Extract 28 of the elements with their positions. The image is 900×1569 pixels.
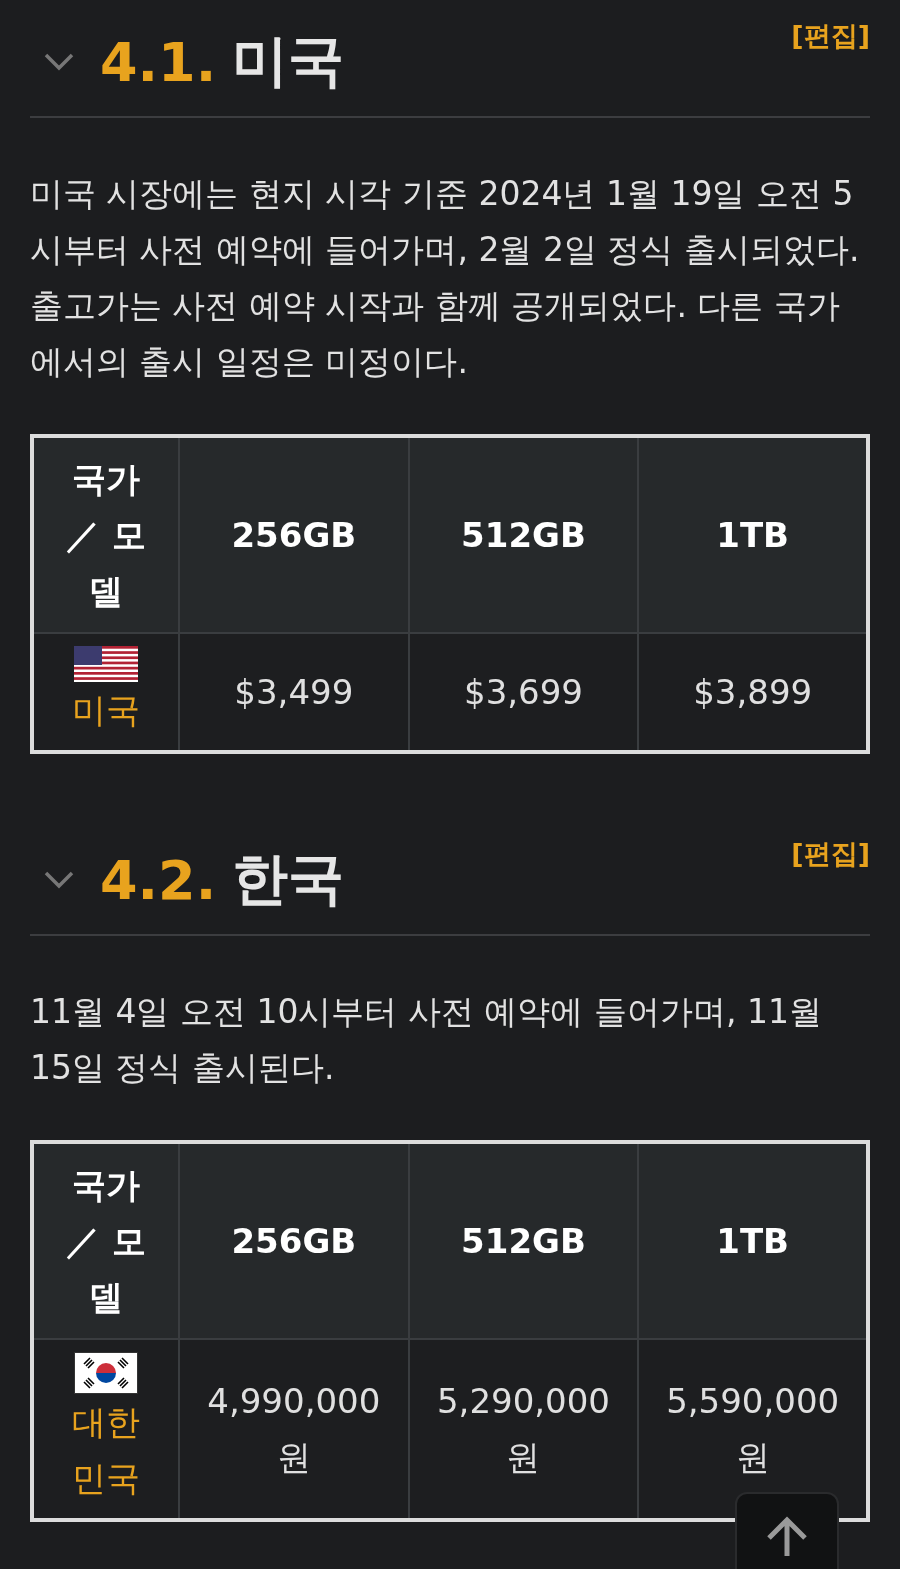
chevron-down-icon[interactable] <box>44 871 74 889</box>
section-number: 4.1. <box>100 30 217 94</box>
table-cell: $3,499 <box>179 633 409 752</box>
table-cell: $3,699 <box>408 633 639 752</box>
flag-icon <box>74 1352 138 1394</box>
section-title: 한국 <box>232 845 345 913</box>
edit-link[interactable]: [편집] <box>791 836 870 872</box>
table-header-cell: 1TB <box>638 1142 868 1339</box>
table-cell: $3,899 <box>638 633 868 752</box>
table-cell: 4,990,000 원 <box>179 1339 409 1520</box>
paragraph: 미국 시장에는 현지 시각 기준 2024년 1월 19일 오전 5시부터 사전 예약에 들어가며, 2월 2일 정식 출시되었다. 출고가는 사전 예약 시작과 함께 공개되었다. 다른 국가에서의 출시 일정은 미정이다. <box>30 173 861 383</box>
table-header-cell: 국가 ／ 모델 <box>32 1142 179 1339</box>
scroll-to-top-button[interactable] <box>735 1492 839 1569</box>
table-header-cell: 512GB <box>408 1142 639 1339</box>
table-header-cell: 256GB <box>179 1142 409 1339</box>
table-header-cell: 1TB <box>638 436 868 633</box>
paragraph: 11월 4일 오전 10시부터 사전 예약에 들어가며, 11월 15일 정식 출시된다. <box>30 991 823 1089</box>
table-header-cell: 512GB <box>408 436 639 633</box>
arrow-up-icon <box>765 1516 809 1556</box>
edit-link[interactable]: [편집] <box>791 18 870 54</box>
table-cell: 5,590,000 원 <box>638 1339 868 1520</box>
chevron-down-icon[interactable] <box>44 53 74 71</box>
table-cell: 5,290,000 원 <box>408 1339 639 1520</box>
section-number: 4.2. <box>100 848 217 912</box>
table-header-cell: 256GB <box>179 436 409 633</box>
flag-icon <box>74 646 138 682</box>
table-header-cell: 국가 ／ 모델 <box>32 436 179 633</box>
section-title: 미국 <box>232 27 345 95</box>
